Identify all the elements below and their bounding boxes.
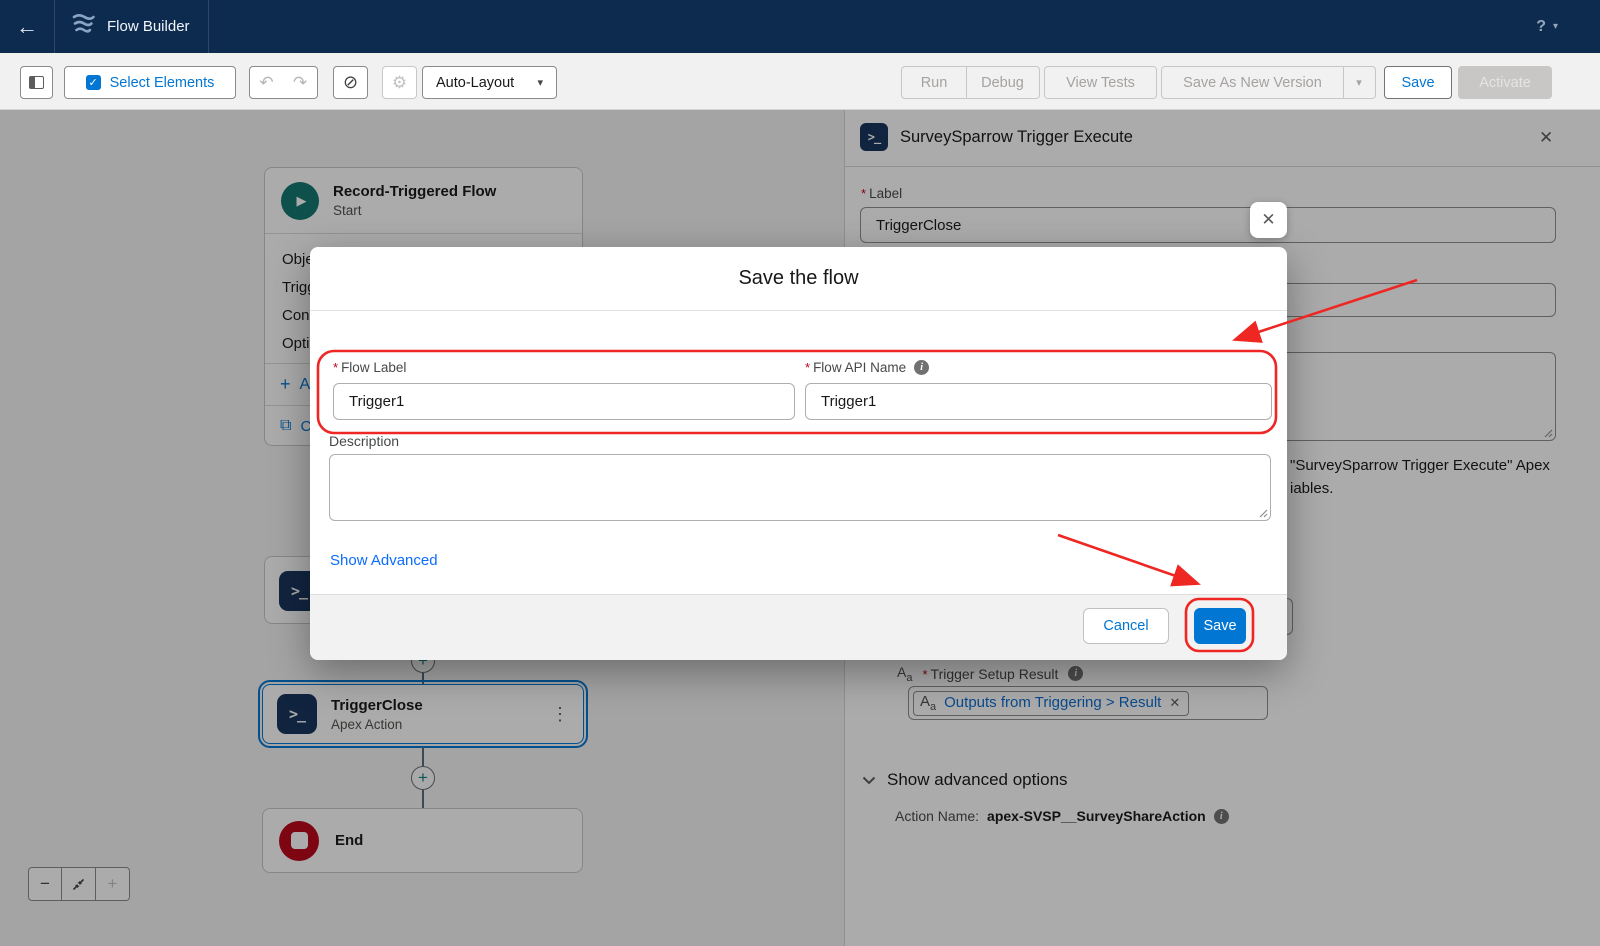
info-icon[interactable]: i [914,360,929,375]
help-menu[interactable]: ? ▾ [1536,0,1558,53]
run-label: Run [921,75,948,91]
toolbar: ✓ Select Elements ↶ ↷ ⊘ ⚙ Auto-Layout ▾ … [0,53,1600,110]
modal-title: Save the flow [310,247,1287,311]
back-button[interactable]: ← [0,0,55,53]
run-button[interactable]: Run [901,66,967,99]
modal-save-label: Save [1203,618,1236,634]
gear-icon: ⚙ [392,73,407,93]
required-mark: * [333,360,338,375]
chevron-down-icon: ▾ [537,76,543,89]
undo-button[interactable]: ↶ [249,66,284,99]
chevron-down-icon: ▾ [1356,76,1362,89]
close-icon: ✕ [1261,210,1275,230]
disable-elements-button[interactable]: ⊘ [333,66,368,99]
flow-label-label: *Flow Label [333,360,406,375]
back-arrow-icon: ← [16,16,38,38]
description-textarea[interactable] [329,454,1271,521]
debug-label: Debug [981,75,1024,91]
modal-footer: Cancel Save [310,594,1287,660]
settings-button[interactable]: ⚙ [382,66,417,99]
toolbar-save-button[interactable]: Save [1384,66,1452,99]
cancel-button[interactable]: Cancel [1083,608,1169,644]
toolbar-save-label: Save [1401,75,1434,91]
chevron-down-icon: ▾ [1553,21,1558,32]
flow-api-name-input[interactable] [805,383,1272,420]
redo-button[interactable]: ↷ [283,66,318,99]
modal-close-button[interactable]: ✕ [1250,202,1287,238]
app-title: Flow Builder [107,18,190,35]
view-tests-button[interactable]: View Tests [1044,66,1157,99]
layout-select-value: Auto-Layout [436,75,514,91]
checkbox-check-icon: ✓ [86,75,101,90]
select-elements-button[interactable]: ✓ Select Elements [64,66,236,99]
toggle-panel-button[interactable] [20,66,53,99]
activate-button[interactable]: Activate [1458,66,1552,99]
show-advanced-link[interactable]: Show Advanced [330,552,438,569]
flow-builder-logo-icon [70,12,96,41]
view-tests-label: View Tests [1066,75,1135,91]
save-as-new-version-label: Save As New Version [1183,75,1322,91]
help-icon: ? [1536,18,1546,36]
flow-api-name-label: *Flow API Name i [805,360,929,375]
undo-icon: ↶ [259,73,273,93]
disable-icon: ⊘ [343,72,358,93]
app-header: ← Flow Builder ? ▾ [0,0,1600,53]
debug-button[interactable]: Debug [966,66,1040,99]
redo-icon: ↷ [293,73,307,93]
activate-label: Activate [1479,75,1531,91]
modal-save-button[interactable]: Save [1194,608,1246,644]
description-label: Description [329,433,399,449]
flow-label-input[interactable] [333,383,795,420]
save-options-dropdown-button[interactable]: ▾ [1343,66,1376,99]
save-as-new-version-button[interactable]: Save As New Version [1161,66,1344,99]
flow-builder-screen: ← Flow Builder ? ▾ ✓ [0,0,1600,946]
layout-select[interactable]: Auto-Layout ▾ [422,66,557,99]
save-flow-modal: Save the flow *Flow Label *Flow API Name… [310,247,1287,660]
required-mark: * [805,360,810,375]
select-elements-label: Select Elements [110,75,215,91]
panel-toggle-icon [29,76,44,89]
cancel-label: Cancel [1103,618,1148,634]
resize-handle-icon[interactable] [1257,507,1268,518]
app-brand: Flow Builder [55,0,209,53]
